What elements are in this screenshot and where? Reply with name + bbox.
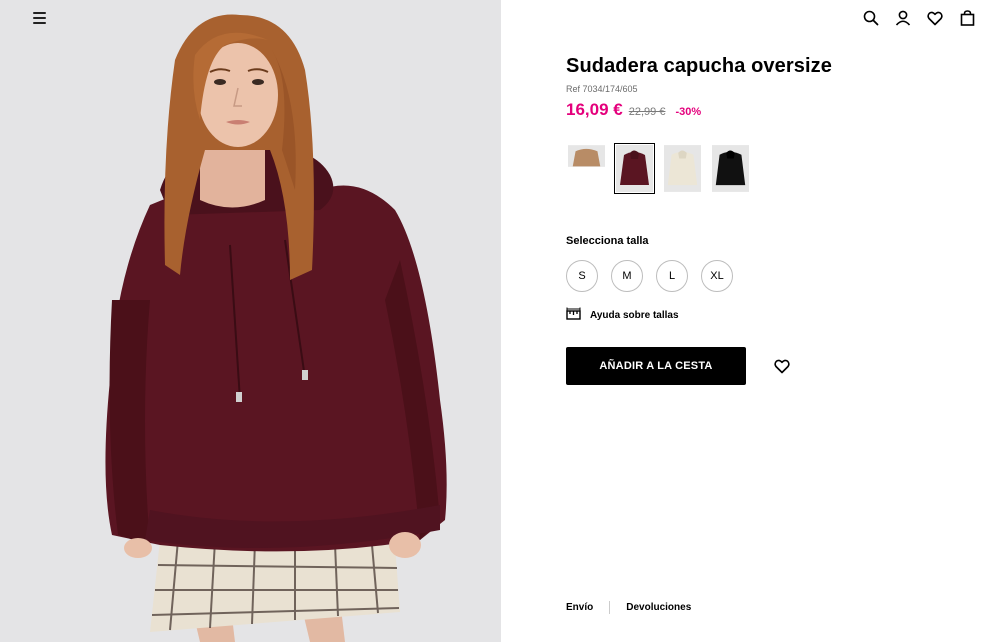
swatch-black[interactable] [710,143,751,194]
cart-row: AÑADIR A LA CESTA [566,347,966,385]
product-page: Sudadera capucha oversize Ref 7034/174/6… [0,0,994,642]
header-actions [862,9,976,27]
swatch-cream[interactable] [662,143,703,194]
footer-divider [609,601,611,614]
product-ref: Ref 7034/174/605 [566,84,638,94]
search-icon[interactable] [862,9,880,27]
size-l[interactable]: L [656,260,688,292]
shipping-link[interactable]: Envío [566,602,593,613]
ruler-icon [566,307,581,323]
size-m[interactable]: M [611,260,643,292]
model-photo [0,0,501,642]
add-to-cart-button[interactable]: AÑADIR A LA CESTA [566,347,746,385]
product-image[interactable] [0,0,501,642]
menu-icon[interactable] [29,9,49,27]
color-swatches [566,143,966,194]
wishlist-heart-icon[interactable] [773,357,791,375]
size-xl[interactable]: XL [701,260,733,292]
size-s[interactable]: S [566,260,598,292]
bag-icon[interactable] [958,9,976,27]
swatch-camel[interactable] [566,143,607,194]
returns-link[interactable]: Devoluciones [626,602,691,613]
product-details: Sudadera capucha oversize Ref 7034/174/6… [566,55,966,385]
size-help-label: Ayuda sobre tallas [590,309,679,321]
product-title: Sudadera capucha oversize [566,55,832,77]
price-row: 16,09 € 22,99 € -30% [566,100,966,120]
footer-links: Envío Devoluciones [566,601,691,614]
discount-badge: -30% [675,106,702,118]
swatch-burgundy[interactable] [614,143,655,194]
user-icon[interactable] [894,9,912,27]
size-help-link[interactable]: Ayuda sobre tallas [566,307,966,323]
heart-icon[interactable] [926,9,944,27]
size-label: Selecciona talla [566,235,649,247]
old-price: 22,99 € [628,106,666,118]
current-price: 16,09 € [566,100,623,119]
size-options: S M L XL [566,260,966,292]
